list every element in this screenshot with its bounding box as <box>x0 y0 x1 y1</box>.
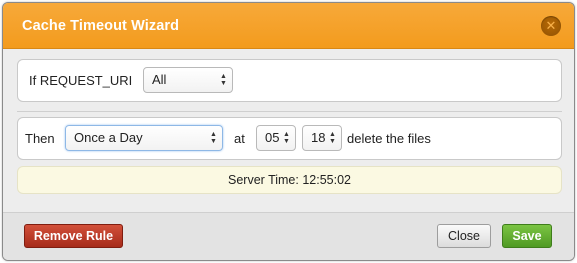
updown-arrows-icon: ▲ ▼ <box>329 131 336 145</box>
dialog-body: If REQUEST_URI All ▲ ▼ Then Once a Day ▲ ▼… <box>3 49 574 212</box>
schedule-panel: Then Once a Day ▲ ▼ at 05 ▲ ▼ 18 ▲ ▼ delete… <box>17 117 562 160</box>
hour-select[interactable]: 05 ▲ ▼ <box>256 125 296 151</box>
section-divider <box>17 111 562 112</box>
frequency-select-value: Once a Day <box>74 130 143 145</box>
at-label: at <box>234 131 245 146</box>
minute-select[interactable]: 18 ▲ ▼ <box>302 125 342 151</box>
dialog-footer: Remove Rule Close Save <box>3 212 574 260</box>
if-request-uri-label: If REQUEST_URI <box>29 73 133 88</box>
delete-files-label: delete the files <box>347 131 431 146</box>
dialog-titlebar: Cache Timeout Wizard ✕ <box>3 3 574 49</box>
then-label: Then <box>25 131 55 146</box>
server-time-banner: Server Time: 12:55:02 <box>17 166 562 194</box>
close-button[interactable]: Close <box>437 224 491 248</box>
request-uri-select-value: All <box>152 72 167 87</box>
condition-panel: If REQUEST_URI All ▲ ▼ <box>17 59 562 102</box>
save-button[interactable]: Save <box>502 224 552 248</box>
remove-rule-button[interactable]: Remove Rule <box>24 224 123 248</box>
request-uri-select[interactable]: All ▲ ▼ <box>143 67 233 93</box>
frequency-select[interactable]: Once a Day ▲ ▼ <box>65 125 223 151</box>
dialog-title: Cache Timeout Wizard <box>22 18 180 34</box>
hour-select-value: 05 <box>265 130 280 145</box>
updown-arrows-icon: ▲ ▼ <box>220 73 227 87</box>
close-icon[interactable]: ✕ <box>541 16 561 36</box>
cache-timeout-wizard-dialog: Cache Timeout Wizard ✕ If REQUEST_URI Al… <box>2 2 575 261</box>
updown-arrows-icon: ▲ ▼ <box>283 131 290 145</box>
updown-arrows-icon: ▲ ▼ <box>210 131 217 145</box>
minute-select-value: 18 <box>311 130 326 145</box>
